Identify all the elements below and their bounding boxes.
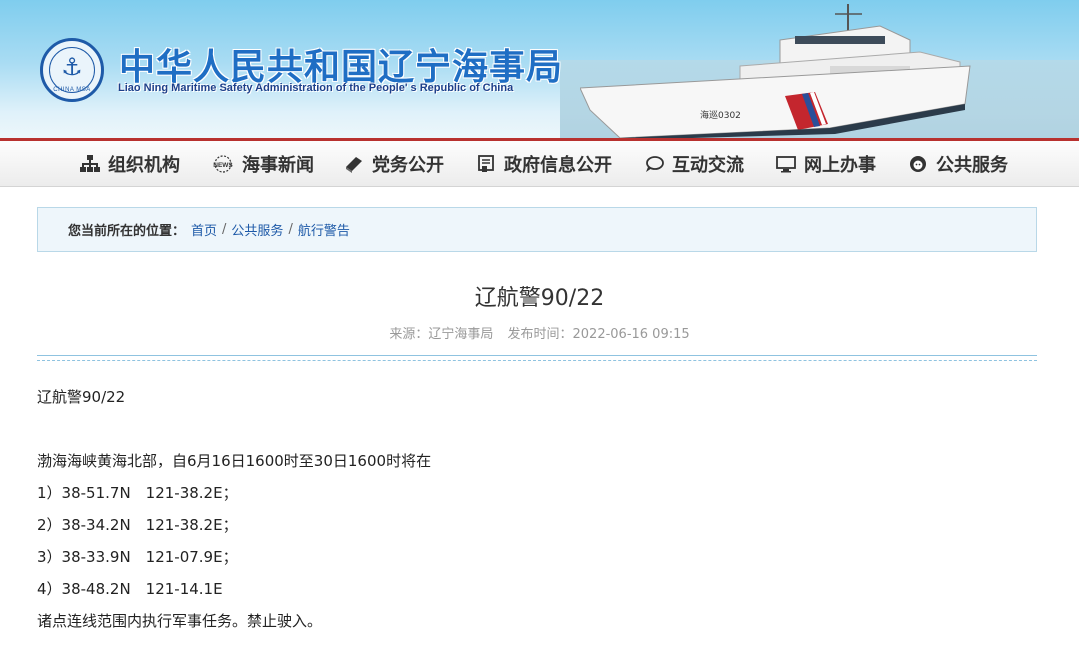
monitor-icon (776, 155, 796, 173)
article-paragraph: 诸点连线范围内执行军事任务。禁止驶入。 (37, 612, 323, 630)
site-subtitle: Liao Ning Maritime Safety Administration… (118, 82, 514, 94)
breadcrumb-link-home[interactable]: 首页 (191, 220, 217, 239)
breadcrumb-lead: 您当前所在的位置： (68, 224, 186, 239)
nav-label: 互动交流 (672, 155, 744, 176)
header-banner: ⚓ CHINA MSA 中华人民共和国辽宁海事局 Liao Ning Marit… (0, 0, 1079, 140)
main-nav: 组织机构 NEWS 海事新闻 党务公开 政府信息公开 互动交流 网上办事 公共服… (0, 141, 1079, 187)
chat-icon (644, 155, 664, 173)
breadcrumb: 您当前所在的位置： 首页 / 公共服务 / 航行警告 (37, 207, 1037, 252)
nav-label: 组织机构 (108, 155, 180, 176)
divider-dashed (37, 360, 1037, 361)
nav-label: 政府信息公开 (504, 155, 612, 176)
article-blank-line (37, 416, 1037, 448)
article-paragraph: 辽航警90/22 (37, 388, 126, 406)
nav-item-party-affairs[interactable]: 党务公开 (344, 151, 444, 177)
logo-text: CHINA MSA (53, 87, 91, 93)
msa-logo[interactable]: ⚓ CHINA MSA (40, 38, 104, 102)
ship-hull-label: 海巡0302 (700, 109, 741, 121)
nav-label: 网上办事 (804, 155, 876, 176)
nav-item-public-service[interactable]: 公共服务 (908, 151, 1008, 177)
anchor-icon: ⚓ (61, 53, 83, 81)
nav-item-news[interactable]: NEWS 海事新闻 (212, 151, 314, 177)
article-meta: 来源：辽宁海事局 发布时间：2022-06-16 09:15 (0, 323, 1079, 342)
article-paragraph: 3）38-33.9N 121-07.9E； (37, 548, 238, 566)
nav-item-organization[interactable]: 组织机构 (80, 151, 180, 177)
article-body: 辽航警90/22 渤海海峡黄海北部，自6月16日1600时至30日1600时将在… (37, 384, 1037, 640)
divider (37, 355, 1037, 356)
article-paragraph: 2）38-34.2N 121-38.2E； (37, 516, 238, 534)
book-icon (344, 155, 364, 173)
nav-label: 党务公开 (372, 155, 444, 176)
article-paragraph: 1）38-51.7N 121-38.2E； (37, 484, 238, 502)
nav-item-gov-info[interactable]: 政府信息公开 (476, 151, 612, 177)
breadcrumb-link-nav-warning[interactable]: 航行警告 (298, 220, 350, 239)
breadcrumb-separator: / (288, 222, 293, 237)
service-icon (908, 155, 928, 173)
article-paragraph: 4）38-48.2N 121-14.1E (37, 580, 223, 598)
news-icon-text: NEWS (213, 162, 233, 169)
nav-item-online-service[interactable]: 网上办事 (776, 151, 876, 177)
article-source: 来源：辽宁海事局 (389, 327, 494, 342)
article-paragraph: 渤海海峡黄海北部，自6月16日1600时至30日1600时将在 (37, 452, 432, 470)
breadcrumb-link-public-service[interactable]: 公共服务 (231, 220, 283, 239)
ship-illustration: 海巡0302 (580, 4, 971, 140)
news-icon: NEWS (212, 155, 234, 173)
article-title: 辽航警90/22 (474, 286, 605, 311)
breadcrumb-separator: / (222, 222, 227, 237)
org-chart-icon (80, 155, 100, 173)
nav-label: 公共服务 (936, 155, 1008, 176)
article-publish-time: 发布时间：2022-06-16 09:15 (507, 327, 690, 342)
nav-item-interaction[interactable]: 互动交流 (644, 151, 744, 177)
nav-label: 海事新闻 (242, 155, 314, 176)
document-icon (476, 155, 496, 173)
